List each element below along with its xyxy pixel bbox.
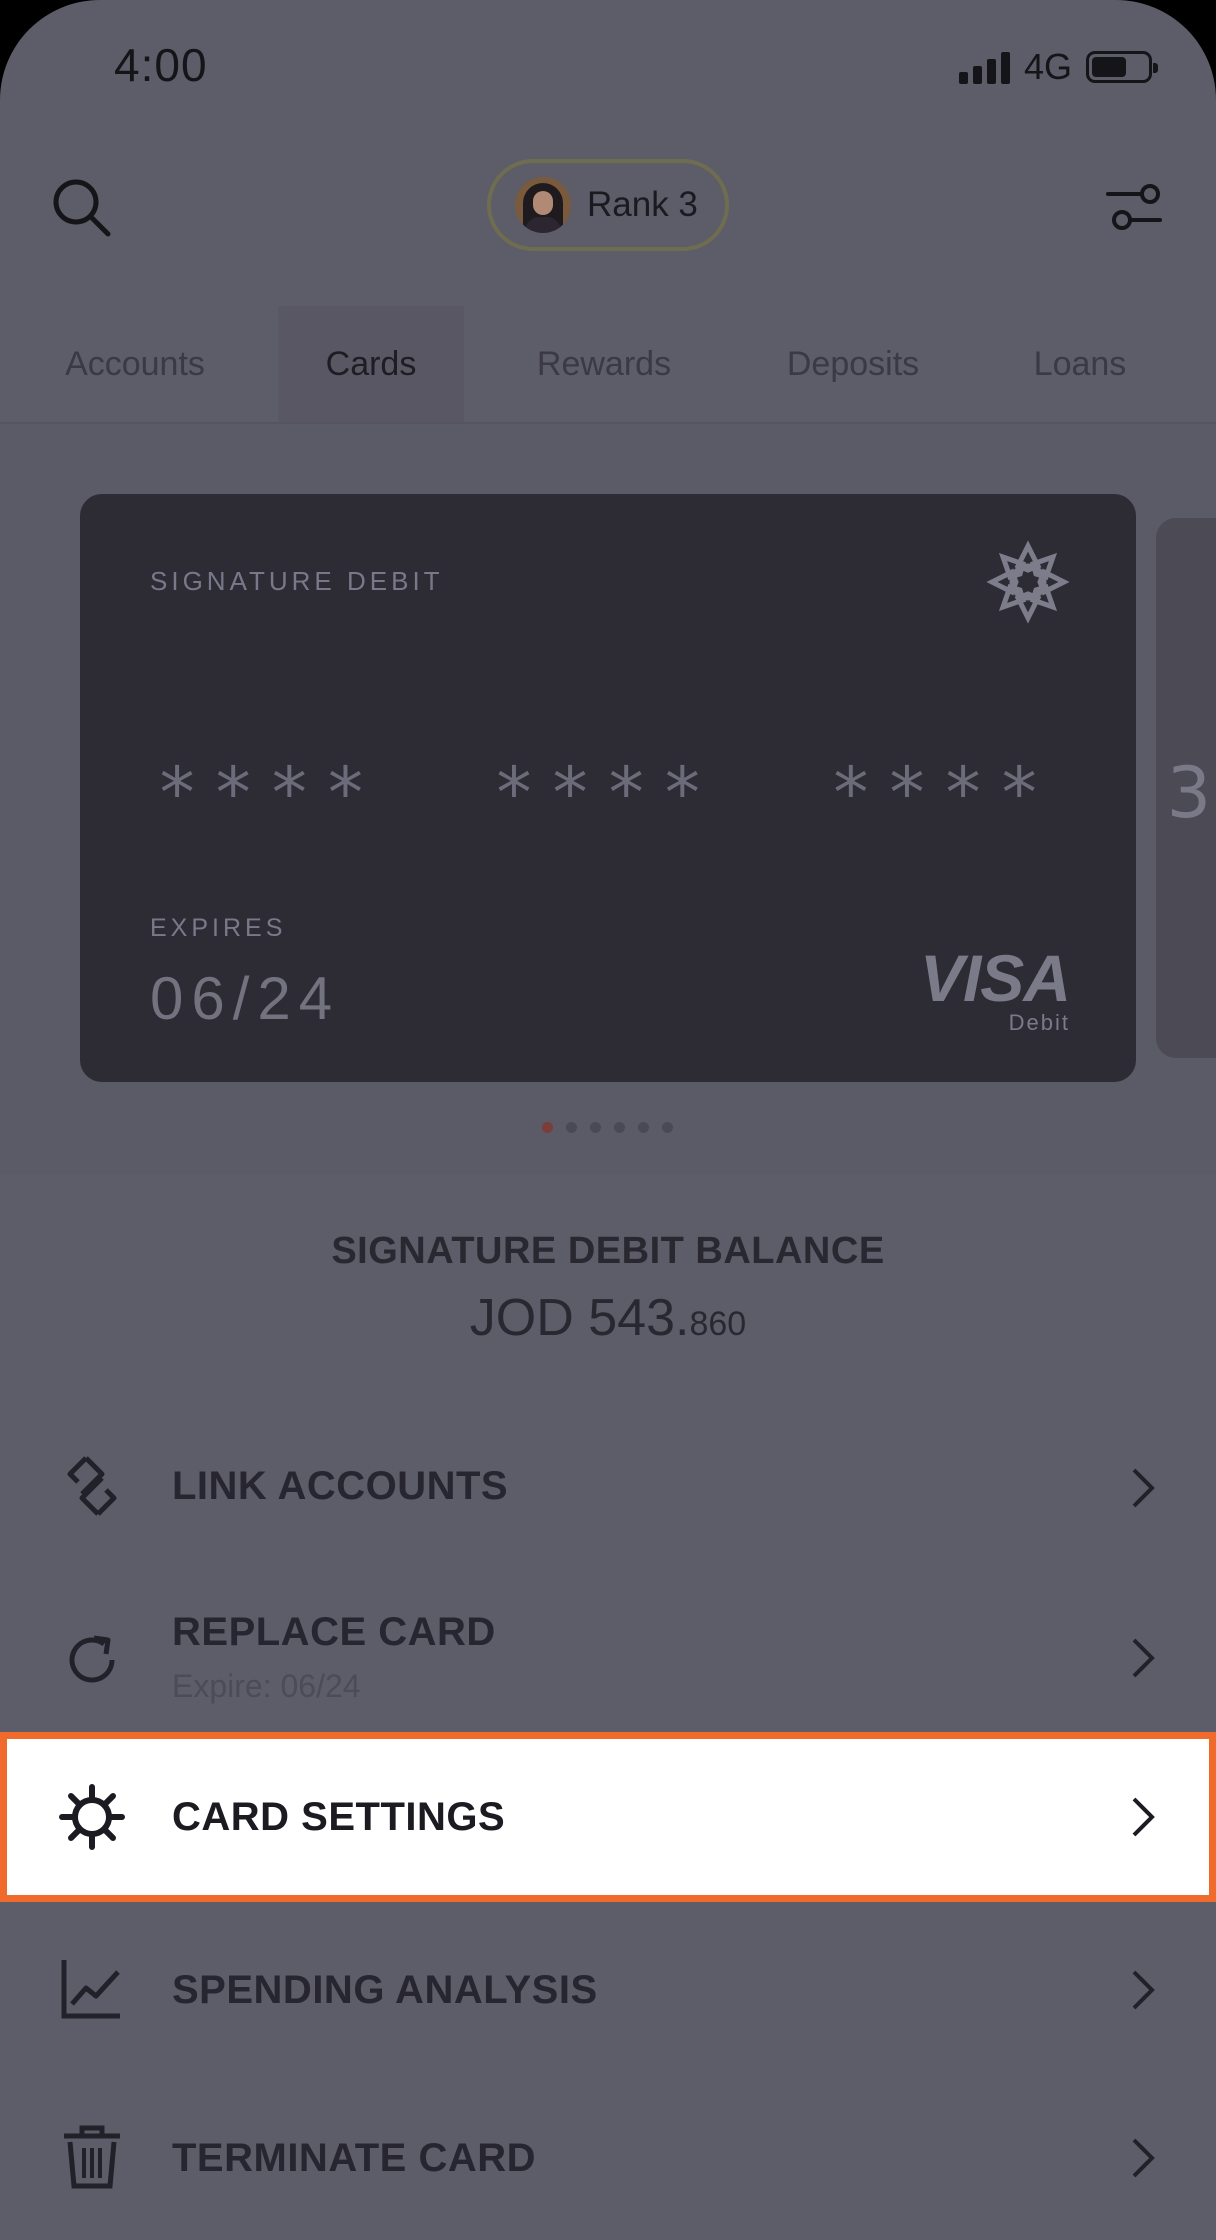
visa-logo: VISA [919,941,1071,1015]
balance-fraction: 860 [689,1305,747,1343]
battery-icon [1086,51,1158,83]
expires-label: EXPIRES [150,914,287,942]
menu-label: CARD SETTINGS [172,1795,506,1839]
chevron-right-icon [1132,1797,1155,1837]
chart-icon [61,1960,120,2019]
tab-rewards[interactable]: Rewards [500,306,708,422]
card-number: **** **** **** 3377 [156,752,1216,834]
menu-label: REPLACE CARD [172,1610,496,1654]
search-icon[interactable] [50,176,114,240]
app-screen: 4:00 4G Rank 3 Accounts Cards Rewards De… [0,0,1216,2240]
chevron-right-icon [1132,1970,1155,2010]
tab-deposits[interactable]: Deposits [746,306,960,422]
menu-label: SPENDING ANALYSIS [172,1968,598,2012]
refresh-icon [69,1635,115,1683]
chevron-right-icon [1132,1638,1155,1678]
signal-icon [958,50,1010,84]
menu-card-settings[interactable]: CARD SETTINGS [0,1732,1216,1902]
link-icon [67,1456,117,1516]
tab-loans[interactable]: Loans [1000,306,1160,422]
menu-label: LINK ACCOUNTS [172,1464,509,1508]
chevron-right-icon [1132,1468,1155,1508]
pager-dot[interactable] [638,1122,649,1133]
pager-dot[interactable] [590,1122,601,1133]
rank-badge[interactable]: Rank 3 [487,159,729,251]
balance-whole: JOD 543. [469,1289,690,1347]
rank-label: Rank 3 [587,185,698,224]
trash-icon [64,2125,120,2189]
debit-card[interactable]: SIGNATURE DEBIT **** **** **** 3377 EXPI… [80,494,1216,1082]
balance-title: SIGNATURE DEBIT BALANCE [331,1230,885,1272]
expires-value: 06/24 [150,965,341,1032]
network-type: 4G [1023,46,1072,87]
tab-cards[interactable]: Cards [278,306,464,422]
chevron-right-icon [1132,2138,1155,2178]
balance-amount: JOD 543.860 [0,1288,1216,1348]
menu-replace-card[interactable]: REPLACE CARD Expire: 06/24 [0,1572,1216,1740]
tab-bar: Accounts Cards Rewards Deposits Loans [0,306,1216,422]
pager-dot[interactable] [662,1122,673,1133]
bank-logo-icon [986,540,1070,624]
card-number-masked: **** **** **** [156,752,1055,834]
visa-debit-label: Debit [1008,1010,1070,1035]
card-type: SIGNATURE DEBIT [150,566,444,596]
status-time: 4:00 [114,39,208,91]
gear-icon [59,1784,125,1850]
pager-dot[interactable] [566,1122,577,1133]
filter-icon[interactable] [1102,176,1166,240]
menu-terminate-card[interactable]: TERMINATE CARD [0,2074,1216,2240]
avatar [515,177,571,233]
menu-sublabel: Expire: 06/24 [172,1668,361,1704]
pager-dot[interactable] [542,1122,553,1133]
card-last-four: 3377 [1166,752,1216,834]
pager-dot[interactable] [614,1122,625,1133]
tab-accounts[interactable]: Accounts [30,306,240,422]
carousel-pager [542,1122,673,1133]
menu-label: TERMINATE CARD [172,2136,537,2180]
status-indicators: 4G [958,46,1158,88]
menu-link-accounts[interactable]: LINK ACCOUNTS [0,1404,1216,1572]
menu-spending-analysis[interactable]: SPENDING ANALYSIS [0,1906,1216,2074]
